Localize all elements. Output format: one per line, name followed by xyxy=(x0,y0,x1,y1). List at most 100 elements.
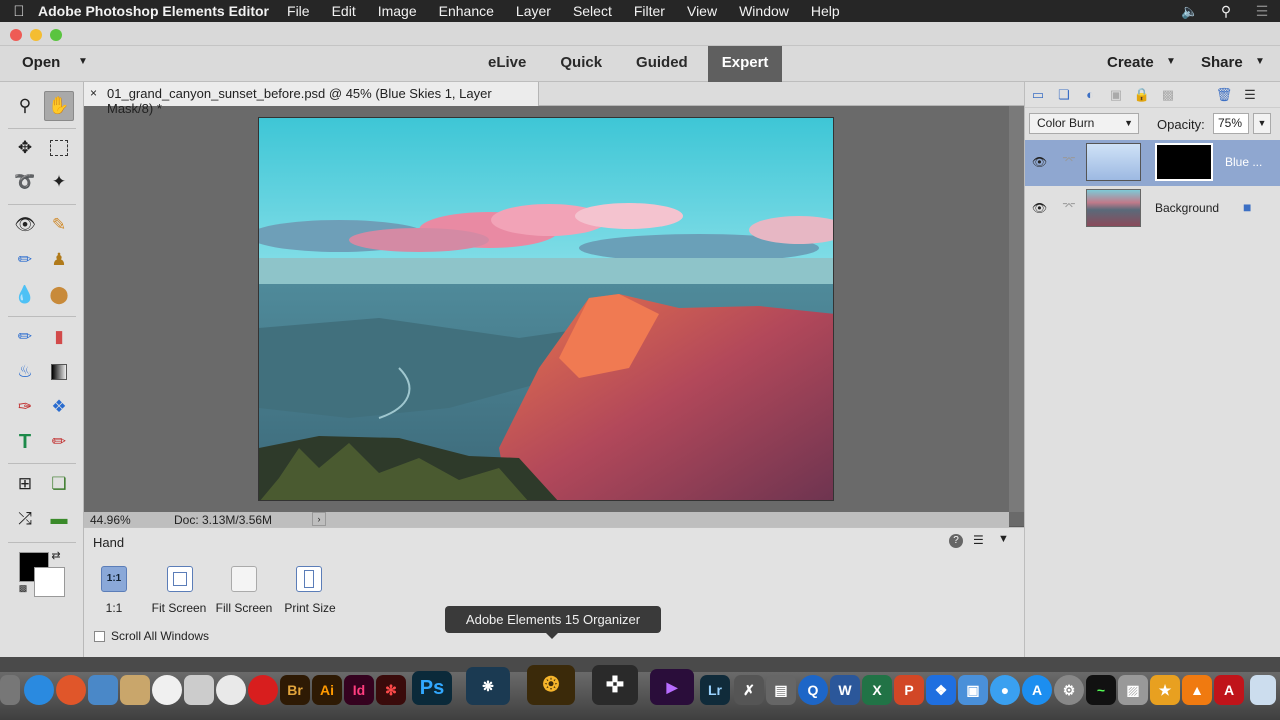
help-icon[interactable]: ? xyxy=(949,534,963,548)
messages-icon[interactable]: ● xyxy=(990,675,1020,705)
opacity-dropdown[interactable]: ▼ xyxy=(1253,113,1271,134)
apple-icon[interactable]:  xyxy=(0,3,38,20)
panel-menu-icon[interactable]: ☰ xyxy=(1237,87,1263,103)
visibility-eye-icon[interactable]: 👁 xyxy=(1032,201,1047,215)
tab-elive[interactable]: eLive xyxy=(474,46,540,82)
close-tab-icon[interactable]: × xyxy=(90,86,97,100)
gradient-tool-icon[interactable] xyxy=(44,357,74,387)
fill-screen-button[interactable] xyxy=(231,566,257,592)
visibility-eye-icon[interactable]: 👁 xyxy=(1032,155,1047,169)
layer-mask-thumbnail[interactable] xyxy=(1155,143,1213,181)
document-tab[interactable]: × 01_grand_canyon_sunset_before.psd @ 45… xyxy=(84,82,539,116)
red-eye-tool-icon[interactable]: 👁 xyxy=(10,210,40,240)
vlc-icon[interactable]: ▲ xyxy=(1182,675,1212,705)
zoom-window-button[interactable] xyxy=(50,29,62,41)
dropbox-icon[interactable]: ❖ xyxy=(926,675,956,705)
safari-icon[interactable] xyxy=(24,675,54,705)
scroll-all-windows-checkbox[interactable] xyxy=(94,631,105,642)
background-color-swatch[interactable] xyxy=(34,567,65,597)
menu-file[interactable]: File xyxy=(287,3,310,19)
image-canvas[interactable] xyxy=(258,117,834,501)
share-button[interactable]: Share xyxy=(1201,54,1243,71)
layer-row-background[interactable]: 👁 ⌤ Background ■ xyxy=(1025,186,1280,232)
firefox-icon[interactable] xyxy=(56,675,86,705)
illustrator-icon[interactable]: Ai xyxy=(312,675,342,705)
menu-edit[interactable]: Edit xyxy=(332,3,356,19)
menu-enhance[interactable]: Enhance xyxy=(439,3,494,19)
tab-expert[interactable]: Expert xyxy=(707,46,783,82)
app-store-icon[interactable]: A xyxy=(1022,675,1052,705)
folder-icon[interactable] xyxy=(1250,675,1276,705)
powerpoint-icon[interactable]: P xyxy=(894,675,924,705)
menu-select[interactable]: Select xyxy=(573,3,612,19)
brush-tool-icon[interactable]: ✏ xyxy=(10,322,40,352)
adobe-cc-icon[interactable]: A xyxy=(1214,675,1244,705)
content-aware-move-icon[interactable]: ⤮ xyxy=(10,504,40,534)
new-group-icon[interactable]: ❏ xyxy=(1051,87,1077,103)
activity-monitor-icon[interactable]: ~ xyxy=(1086,675,1116,705)
elements-editor-icon[interactable]: ❋ xyxy=(466,667,510,705)
volume-icon[interactable]: 🔈 xyxy=(1172,3,1208,20)
eyedropper-tool-icon[interactable]: ✑ xyxy=(10,392,40,422)
close-window-button[interactable] xyxy=(10,29,22,41)
minimize-window-button[interactable] xyxy=(30,29,42,41)
actual-pixels-button[interactable]: 1:1 xyxy=(101,566,127,592)
menu-filter[interactable]: Filter xyxy=(634,3,665,19)
sponge-tool-icon[interactable]: ⬤ xyxy=(44,280,74,310)
crop-tool-icon[interactable]: ⊞ xyxy=(10,469,40,499)
layer-row-blue-skies[interactable]: 👁 ⌤ Blue ... xyxy=(1025,140,1280,186)
smart-brush-tool-icon[interactable]: ✏ xyxy=(10,245,40,275)
hand-tool-icon[interactable]: ✋ xyxy=(44,91,74,121)
marquee-tool-icon[interactable] xyxy=(44,133,74,163)
quicktime-icon[interactable]: Q xyxy=(798,675,828,705)
elements-organizer-icon[interactable]: ❂ xyxy=(527,665,575,705)
trash-icon[interactable]: 🗑 xyxy=(1211,87,1237,103)
tab-guided[interactable]: Guided xyxy=(622,46,702,82)
default-colors-icon[interactable]: ▩ xyxy=(16,582,30,594)
search-icon[interactable]: ⚲ xyxy=(1208,3,1244,20)
itunes-icon[interactable] xyxy=(216,675,246,705)
app-icon[interactable]: ★ xyxy=(1150,675,1180,705)
app-icon[interactable] xyxy=(248,675,278,705)
link-icon[interactable]: ⌤ xyxy=(1062,199,1076,213)
chevron-down-icon[interactable]: ▼ xyxy=(1255,56,1265,67)
panel-menu-icon[interactable]: ☰ xyxy=(973,533,984,547)
lock-layer-icon[interactable]: ■ xyxy=(1243,199,1251,215)
menu-layer[interactable]: Layer xyxy=(516,3,551,19)
app-name[interactable]: Adobe Photoshop Elements Editor xyxy=(38,3,269,19)
bridge-icon[interactable]: Br xyxy=(280,675,310,705)
lock-icon[interactable]: 🔒 xyxy=(1129,87,1155,103)
system-preferences-icon[interactable]: ⚙ xyxy=(1054,675,1084,705)
menu-view[interactable]: View xyxy=(687,3,717,19)
paint-bucket-tool-icon[interactable]: ♨ xyxy=(10,357,40,387)
lasso-tool-icon[interactable]: ➰ xyxy=(10,167,40,197)
add-mask-icon[interactable]: ▣ xyxy=(1103,87,1129,103)
chevron-down-icon[interactable]: ▼ xyxy=(78,56,88,67)
word-icon[interactable]: W xyxy=(830,675,860,705)
vertical-scrollbar[interactable] xyxy=(1009,106,1024,512)
menu-help[interactable]: Help xyxy=(811,3,840,19)
photoshop-icon[interactable]: Ps xyxy=(412,671,452,705)
excel-icon[interactable]: X xyxy=(862,675,892,705)
fit-screen-button[interactable] xyxy=(167,566,193,592)
tab-quick[interactable]: Quick xyxy=(546,46,616,82)
move-tool-icon[interactable]: ✥ xyxy=(10,133,40,163)
menu-window[interactable]: Window xyxy=(739,3,789,19)
quick-selection-tool-icon[interactable]: ✦ xyxy=(44,167,74,197)
clone-stamp-tool-icon[interactable]: ♟ xyxy=(44,245,74,275)
blend-mode-select[interactable]: Color Burn ▼ xyxy=(1029,113,1139,134)
print-size-button[interactable] xyxy=(296,566,322,592)
blur-tool-icon[interactable]: 💧 xyxy=(10,280,40,310)
recompose-tool-icon[interactable]: ❏ xyxy=(44,469,74,499)
app-icon[interactable] xyxy=(0,675,20,705)
link-icon[interactable]: ⌤ xyxy=(1062,153,1076,167)
premiere-elements-icon[interactable]: ▶ xyxy=(650,669,694,705)
eraser-tool-icon[interactable]: ▮ xyxy=(44,322,74,352)
zoom-level[interactable]: 44.96% xyxy=(90,513,131,527)
app-icon[interactable]: ▨ xyxy=(1118,675,1148,705)
indesign-icon[interactable]: Id xyxy=(344,675,374,705)
notes-icon[interactable] xyxy=(120,675,150,705)
custom-shape-tool-icon[interactable]: ❖ xyxy=(44,392,74,422)
new-layer-icon[interactable]: ▭ xyxy=(1025,87,1051,103)
app-icon[interactable]: ▣ xyxy=(958,675,988,705)
